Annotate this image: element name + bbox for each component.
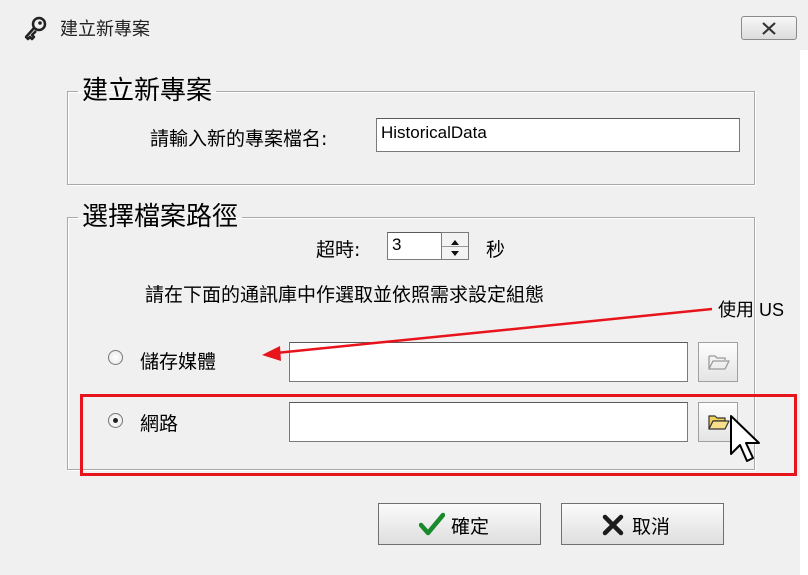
- new-project-dialog: 建立新專案 建立新專案 請輸入新的專案檔名: HistoricalData 選擇…: [0, 0, 808, 575]
- close-button[interactable]: [741, 16, 797, 40]
- storage-media-radio[interactable]: [108, 350, 123, 365]
- cancel-button-label: 取消: [632, 516, 671, 538]
- storage-media-label: 儲存媒體: [140, 351, 217, 373]
- window-title: 建立新專案: [60, 19, 150, 40]
- project-name-label: 請輸入新的專案檔名:: [150, 128, 328, 150]
- annotation-text: 使用 US: [718, 300, 785, 320]
- cancel-button[interactable]: 取消: [561, 503, 724, 545]
- cross-icon: [602, 514, 624, 536]
- mouse-cursor-icon: [730, 415, 760, 462]
- close-icon: [762, 22, 776, 35]
- storage-media-path-input[interactable]: [289, 342, 688, 382]
- project-name-input[interactable]: HistoricalData: [376, 118, 740, 152]
- ok-button[interactable]: 確定: [378, 503, 541, 545]
- timeout-label: 超時:: [316, 239, 361, 261]
- storage-media-browse-button[interactable]: [698, 342, 738, 382]
- highlight-box: [80, 394, 797, 476]
- arrow-down-icon: [451, 251, 459, 256]
- instruction-text: 請在下面的通訊庫中作選取並依照需求設定組態: [145, 284, 545, 306]
- key-icon: [24, 16, 47, 41]
- ok-button-label: 確定: [451, 516, 490, 538]
- timeout-spinner[interactable]: [441, 232, 469, 260]
- timeout-input[interactable]: 3: [387, 232, 443, 260]
- project-name-legend: 建立新專案: [82, 76, 213, 106]
- file-path-legend: 選擇檔案路徑: [82, 202, 239, 232]
- folder-open-icon: [708, 355, 730, 370]
- title-bar: 建立新專案: [0, 0, 808, 50]
- checkmark-icon: [419, 512, 445, 536]
- spin-down-button[interactable]: [442, 246, 468, 259]
- spin-up-button[interactable]: [442, 233, 468, 247]
- timeout-unit: 秒: [486, 239, 506, 261]
